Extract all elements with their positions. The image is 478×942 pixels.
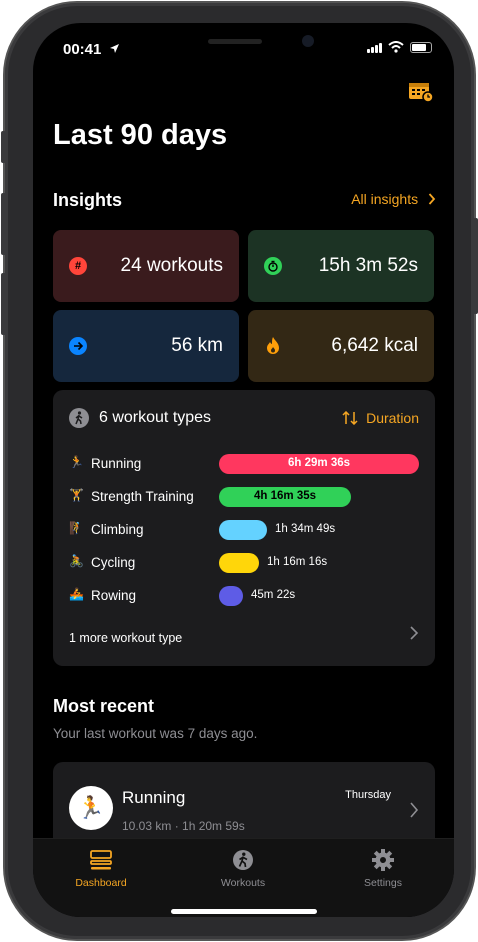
workout-type-duration-bar [219, 586, 243, 606]
cellular-signal-icon [367, 42, 382, 53]
page-title: Last 90 days [53, 119, 228, 151]
workout-type-duration-bar [219, 520, 267, 540]
recent-workout-meta: 10.03 km · 1h 20m 59s [122, 819, 245, 833]
chevron-right-icon [410, 802, 419, 818]
stopwatch-icon [264, 257, 282, 275]
total-duration-value: 15h 3m 52s [318, 255, 418, 276]
workout-type-name: Running [91, 456, 142, 471]
phone-frame: 00:41 Last 90 days Insights All insights… [1, 3, 478, 939]
all-insights-label: All insights [351, 191, 419, 207]
arrow-right-icon [69, 337, 87, 355]
workouts-count-tile[interactable]: # 24 workouts [53, 230, 239, 302]
volume-down-button [1, 273, 6, 335]
workout-type-name: Strength Training [91, 489, 194, 504]
insights-title: Insights [53, 190, 123, 210]
tab-bar: Dashboard Workouts Settings [33, 838, 454, 917]
sort-duration-button[interactable]: Duration [342, 410, 419, 426]
walking-figure-icon [233, 850, 253, 870]
recent-workout-day: Thursday [345, 789, 391, 801]
sort-arrows-icon [342, 411, 358, 425]
calories-tile[interactable]: 6,642 kcal [248, 310, 434, 382]
dashboard-icon [90, 850, 112, 870]
workout-type-duration: 1h 34m 49s [275, 523, 336, 535]
workout-type-duration-bar [219, 553, 259, 573]
distance-value: 56 km [171, 335, 223, 356]
notch [122, 23, 365, 65]
sort-duration-label: Duration [366, 410, 419, 426]
cycling-icon: 🚴 [69, 554, 84, 568]
workout-type-row[interactable]: 🧗 Climbing 1h 34m 49s [69, 519, 419, 541]
mute-switch [1, 131, 6, 163]
workout-type-duration: 1h 16m 16s [267, 556, 328, 568]
all-insights-link[interactable]: All insights [351, 191, 436, 207]
chevron-right-icon [428, 193, 436, 205]
screen: 00:41 Last 90 days Insights All insights… [33, 23, 454, 917]
wifi-icon [388, 41, 404, 53]
calories-value: 6,642 kcal [331, 335, 418, 356]
workout-types-header: 6 workout types [69, 408, 211, 428]
workout-types-title: 6 workout types [99, 409, 212, 426]
running-icon: 🏃 [69, 455, 84, 469]
tab-settings[interactable]: Settings [333, 849, 433, 889]
weightlifting-icon: 🏋 [69, 488, 84, 502]
tab-workouts-label: Workouts [220, 877, 266, 889]
volume-up-button [1, 193, 6, 255]
most-recent-subtitle: Your last workout was 7 days ago. [53, 726, 258, 741]
workout-type-row[interactable]: 🚴 Cycling 1h 16m 16s [69, 552, 419, 574]
walking-figure-icon [69, 408, 89, 428]
workout-types-card: 6 workout types Duration 🏃 Running 6h 29m … [53, 390, 435, 666]
climbing-icon: 🧗 [69, 521, 84, 535]
workout-type-row[interactable]: 🚣 Rowing 45m 22s [69, 585, 419, 607]
tab-settings-label: Settings [364, 877, 402, 889]
home-indicator [171, 909, 317, 914]
chevron-right-icon [410, 626, 419, 640]
workout-type-name: Rowing [91, 588, 137, 603]
workout-type-row[interactable]: 🏃 Running 6h 29m 36s [69, 453, 419, 475]
distance-tile[interactable]: 56 km [53, 310, 239, 382]
workout-type-name: Climbing [91, 522, 144, 537]
workout-type-name: Cycling [91, 555, 136, 570]
total-duration-tile[interactable]: 15h 3m 52s [248, 230, 434, 302]
rowing-icon: 🚣 [69, 587, 84, 601]
flame-icon [267, 337, 279, 354]
tab-dashboard-label: Dashboard [75, 877, 127, 889]
battery-icon [410, 41, 432, 53]
status-indicators [367, 41, 432, 53]
calendar-filter-icon[interactable] [408, 81, 434, 103]
location-arrow-icon [110, 44, 119, 53]
most-recent-title: Most recent [53, 696, 155, 716]
front-camera [302, 35, 314, 47]
power-button [473, 218, 478, 314]
recent-workout-title: Running [122, 788, 186, 807]
tab-dashboard[interactable]: Dashboard [51, 849, 151, 889]
workout-type-duration: 4h 16m 35s [253, 490, 317, 502]
tab-workouts[interactable]: Workouts [193, 849, 293, 889]
workouts-count-value: 24 workouts [120, 255, 223, 276]
speaker [208, 39, 262, 44]
workout-type-row[interactable]: 🏋 Strength Training 4h 16m 35s [69, 486, 419, 508]
workout-type-duration: 45m 22s [251, 589, 296, 601]
more-workout-types-link[interactable]: 1 more workout type [69, 631, 182, 645]
status-time: 00:41 [63, 41, 102, 58]
hash-icon: # [69, 257, 87, 275]
running-avatar-icon: 🏃 [69, 786, 113, 830]
workout-type-duration: 6h 29m 36s [287, 457, 351, 469]
gear-icon [372, 849, 394, 871]
